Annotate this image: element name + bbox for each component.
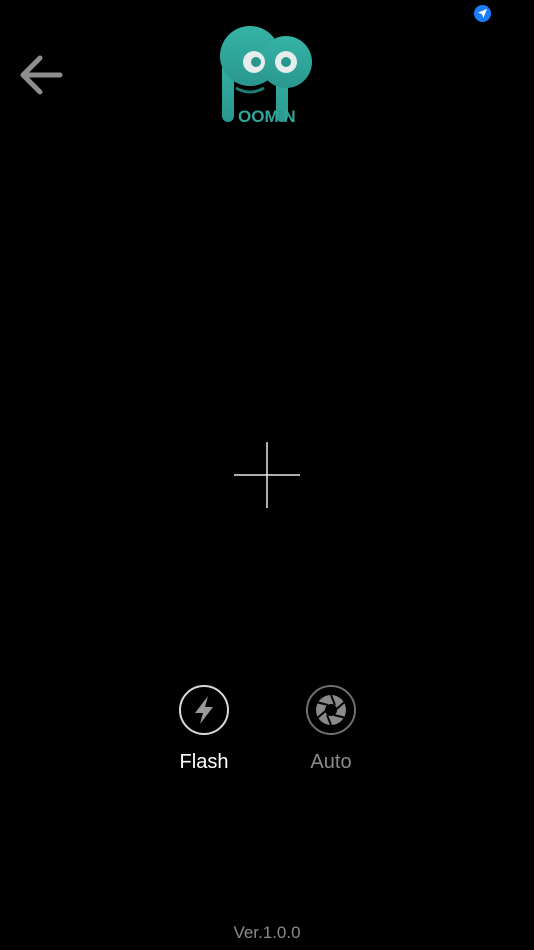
auto-button[interactable]: Auto — [286, 684, 376, 774]
camera-screen: OOM N Flash Auto Ver.1.0.0 — [0, 0, 534, 950]
flash-label: Flash — [179, 751, 229, 773]
aperture-icon — [306, 685, 356, 735]
app-logo: OOM N — [218, 24, 316, 126]
version-label: Ver.1.0.0 — [233, 923, 301, 942]
arrow-left-icon — [20, 55, 63, 95]
focus-crosshair[interactable] — [234, 442, 300, 508]
logo-wordmark: OOM N — [238, 107, 296, 126]
location-arrow-icon — [474, 5, 491, 22]
lightning-bolt-icon — [179, 685, 229, 735]
crosshair-icon — [234, 442, 300, 508]
auto-label: Auto — [310, 751, 352, 773]
flash-button[interactable]: Flash — [159, 684, 249, 774]
back-button[interactable] — [16, 52, 66, 98]
